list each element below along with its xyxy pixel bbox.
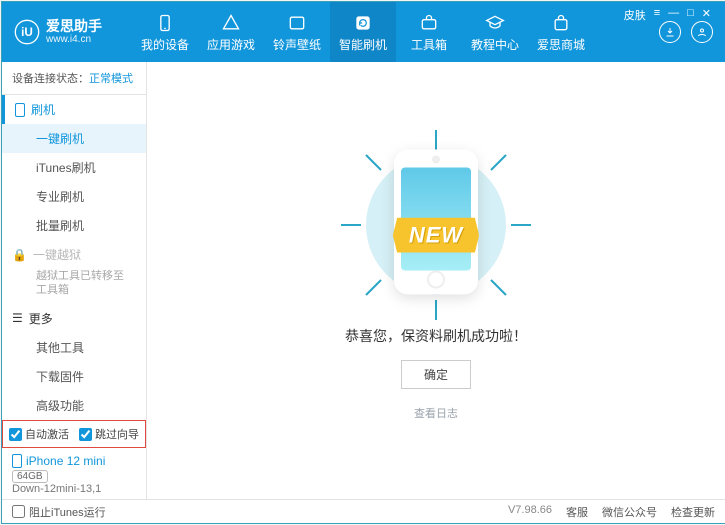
brand-logo-icon: iU — [14, 19, 40, 45]
wechat-link[interactable]: 微信公众号 — [602, 504, 657, 520]
nav-store[interactable]: 爱思商城 — [528, 2, 594, 62]
check-update-link[interactable]: 检查更新 — [671, 504, 715, 520]
conn-value: 正常模式 — [89, 73, 133, 85]
content: NEW 恭喜您，保资料刷机成功啦！ 确定 查看日志 — [147, 62, 725, 499]
nav-label: 我的设备 — [141, 36, 189, 53]
success-message: 恭喜您，保资料刷机成功啦！ — [345, 326, 527, 346]
sidebar-tab-flash[interactable]: 刷机 — [2, 95, 146, 124]
download-button[interactable] — [659, 21, 681, 43]
illustration: NEW — [306, 140, 566, 310]
tab-label: 刷机 — [31, 101, 55, 118]
brand-title: 爱思助手 — [46, 19, 102, 34]
refresh-icon — [352, 12, 374, 34]
nav-ringtones[interactable]: 铃声壁纸 — [264, 2, 330, 62]
ok-button[interactable]: 确定 — [401, 360, 471, 389]
sidebar-item-batch[interactable]: 批量刷机 — [2, 211, 146, 240]
checkbox-skip-guide[interactable]: 跳过向导 — [79, 426, 139, 442]
sidebar-item-other[interactable]: 其他工具 — [2, 333, 146, 362]
close-button[interactable]: ✕ — [702, 7, 711, 23]
device-icon — [12, 454, 22, 468]
menu-button[interactable]: ≡ — [654, 7, 660, 23]
nav-label: 工具箱 — [411, 36, 447, 53]
checkbox-auto-activate[interactable]: 自动激活 — [9, 426, 69, 442]
skin-button[interactable]: 皮肤 — [624, 7, 646, 23]
nav-label: 应用游戏 — [207, 36, 255, 53]
device-icon — [15, 103, 25, 117]
support-link[interactable]: 客服 — [566, 504, 588, 520]
nav-flash[interactable]: 智能刷机 — [330, 2, 396, 62]
sidebar-item-oneclick[interactable]: 一键刷机 — [2, 124, 146, 153]
jailbreak-note: 越狱工具已转移至 工具箱 — [2, 269, 146, 298]
device-box[interactable]: iPhone 12 mini 64GB Down-12mini-13,1 — [2, 448, 146, 499]
title-bar: iU 爱思助手 www.i4.cn 我的设备 应用游戏 铃声壁纸 智能刷机 — [2, 2, 725, 62]
brand-url: www.i4.cn — [46, 34, 102, 45]
sidebar-item-download[interactable]: 下载固件 — [2, 362, 146, 391]
sidebar-item-advanced[interactable]: 高级功能 — [2, 391, 146, 420]
device-name: iPhone 12 mini — [26, 454, 105, 468]
minimize-button[interactable]: — — [668, 7, 679, 23]
lock-icon: 🔒 — [12, 248, 27, 262]
maximize-button[interactable]: □ — [687, 7, 694, 23]
apps-icon — [220, 12, 242, 34]
graduation-icon — [484, 12, 506, 34]
device-sub: Down-12mini-13,1 — [12, 483, 136, 495]
nav-label: 爱思商城 — [537, 36, 585, 53]
user-button[interactable] — [691, 21, 713, 43]
sidebar-group-more[interactable]: ☰更多 — [2, 304, 146, 333]
sidebar: 设备连接状态：正常模式 刷机 一键刷机 iTunes刷机 专业刷机 批量刷机 🔒… — [2, 62, 147, 499]
version-label: V7.98.66 — [508, 504, 552, 520]
nav-label: 铃声壁纸 — [273, 36, 321, 53]
svg-text:iU: iU — [21, 26, 33, 39]
menu-icon: ☰ — [12, 311, 23, 325]
device-storage: 64GB — [12, 470, 48, 483]
toolbox-icon — [418, 12, 440, 34]
nav-toolbox[interactable]: 工具箱 — [396, 2, 462, 62]
titlebar-right — [659, 21, 713, 43]
connection-status: 设备连接状态：正常模式 — [2, 62, 146, 95]
nav-apps[interactable]: 应用游戏 — [198, 2, 264, 62]
brand: iU 爱思助手 www.i4.cn — [14, 19, 124, 45]
view-log-link[interactable]: 查看日志 — [414, 405, 458, 421]
app-window: 皮肤 ≡ — □ ✕ iU 爱思助手 www.i4.cn 我的设备 应用游戏 — [1, 1, 725, 524]
phone-icon — [154, 12, 176, 34]
options-row: 自动激活 跳过向导 — [2, 420, 146, 448]
sidebar-item-pro[interactable]: 专业刷机 — [2, 182, 146, 211]
nav-label: 教程中心 — [471, 36, 519, 53]
store-icon — [550, 12, 572, 34]
new-ribbon: NEW — [393, 218, 479, 253]
wallpaper-icon — [286, 12, 308, 34]
nav-label: 智能刷机 — [339, 36, 387, 53]
status-bar: 阻止iTunes运行 V7.98.66 客服 微信公众号 检查更新 — [2, 499, 725, 523]
top-nav: 我的设备 应用游戏 铃声壁纸 智能刷机 工具箱 教程中心 — [132, 2, 594, 62]
sidebar-item-jailbreak: 🔒一键越狱 — [2, 240, 146, 269]
nav-my-device[interactable]: 我的设备 — [132, 2, 198, 62]
conn-label: 设备连接状态： — [12, 73, 89, 85]
body: 设备连接状态：正常模式 刷机 一键刷机 iTunes刷机 专业刷机 批量刷机 🔒… — [2, 62, 725, 499]
nav-tutorials[interactable]: 教程中心 — [462, 2, 528, 62]
sidebar-item-itunes[interactable]: iTunes刷机 — [2, 153, 146, 182]
checkbox-block-itunes[interactable]: 阻止iTunes运行 — [12, 504, 106, 520]
